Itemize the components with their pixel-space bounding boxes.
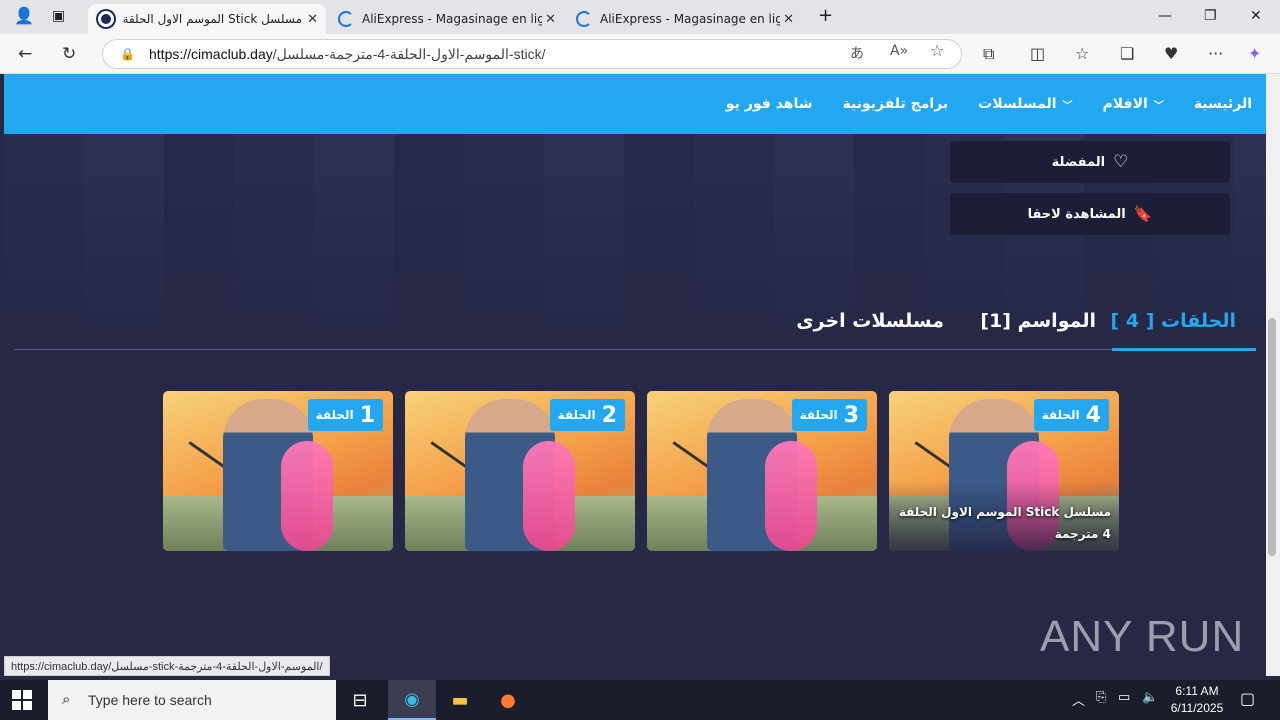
site-info-icon[interactable]: 🔒 — [120, 47, 135, 61]
nav-series[interactable]: المسلسلات ﹀ — [978, 96, 1072, 112]
file-explorer-icon[interactable]: ▬ — [436, 680, 484, 720]
new-tab-icon[interactable]: + — [818, 5, 833, 26]
bookmark-icon: 🔖 — [1133, 205, 1153, 223]
web-page: الرئيسية الافلام ﹀ المسلسلات ﹀ برامج تلفزي… — [4, 74, 1266, 660]
episode-card[interactable]: الحلقة 2 — [405, 391, 635, 551]
favorite-label: المفضلة — [1051, 154, 1106, 170]
windows-start-icon[interactable] — [12, 690, 32, 710]
search-placeholder: Type here to search — [88, 692, 212, 708]
episode-card[interactable]: الحلقة 1 — [163, 391, 393, 551]
taskbar-clock[interactable]: 6:11 AM 6/11/2025 — [1160, 683, 1234, 717]
nav-watch-for-you[interactable]: شاهد فور يو — [726, 96, 813, 112]
read-aloud-icon[interactable]: A» — [890, 43, 908, 59]
tab-actions-icon[interactable]: ▣ — [52, 8, 65, 24]
taskbar-search[interactable]: ⌕ Type here to search — [48, 680, 336, 720]
content-tabs: الحلقات [ 4 ] المواسم [1] مسلسلات اخرى — [14, 300, 1256, 351]
close-tab-icon[interactable]: ✕ — [783, 12, 794, 27]
edge-taskbar-icon[interactable]: ◉ — [388, 680, 436, 720]
site-favicon-icon — [98, 11, 114, 27]
refresh-icon[interactable]: ↻ — [62, 44, 76, 64]
chevron-down-icon: ﹀ — [1062, 100, 1073, 112]
tab-title: AliExpress - Magasinage en ligne — [600, 12, 780, 26]
notifications-icon[interactable]: ▢ — [1240, 689, 1255, 708]
show-hidden-icons-icon[interactable]: ︿ — [1072, 690, 1085, 709]
translate-icon[interactable]: あ — [850, 43, 864, 63]
tab-title: مسلسل Stick الموسم الاول الحلقة 4 — [122, 12, 302, 26]
browser-tab-active[interactable]: مسلسل Stick الموسم الاول الحلقة 4 ✕ — [88, 4, 326, 34]
browser-tab[interactable]: AliExpress - Magasinage en ligne ✕ — [566, 4, 802, 34]
scrollbar-thumb[interactable] — [1268, 318, 1276, 556]
clock-time: 6:11 AM — [1175, 684, 1219, 698]
close-tab-icon[interactable]: ✕ — [545, 12, 556, 27]
page-scrollbar[interactable] — [1266, 74, 1280, 676]
episode-badge: الحلقة 2 — [549, 399, 625, 431]
active-tab-indicator — [1112, 348, 1256, 351]
episode-number: 3 — [843, 402, 859, 428]
tab-title: AliExpress - Magasinage en ligne — [362, 12, 542, 26]
tab-episodes[interactable]: الحلقات [ 4 ] — [1111, 310, 1236, 332]
minimize-icon[interactable]: — — [1158, 8, 1172, 24]
volume-icon[interactable]: 🔈 — [1142, 690, 1158, 705]
episode-badge-label: الحلقة — [557, 408, 596, 422]
url-path: /الموسم-الاول-الحلقة-4-مترجمة-مسلسل-stic… — [272, 45, 546, 62]
favorite-button[interactable]: المفضلة ♡ — [950, 141, 1230, 183]
watch-later-label: المشاهدة لاحقا — [1027, 206, 1126, 222]
nav-movies-label: الافلام — [1102, 96, 1148, 112]
close-window-icon[interactable]: ✕ — [1250, 8, 1262, 24]
network-icon[interactable]: ▭ — [1118, 690, 1130, 705]
search-icon: ⌕ — [62, 691, 71, 708]
address-toolbar: ← ↻ 🔒 https://cimaclub.day /الموسم-الاول… — [0, 34, 1280, 74]
windows-taskbar: ⌕ Type here to search ⊟ ◉ ▬ ● ︿ ⎘ ▭ 🔈 6:… — [0, 680, 1280, 720]
anyrun-watermark: ANY RUN — [1040, 612, 1245, 660]
extensions-icon[interactable]: ⧉ — [983, 44, 994, 64]
episode-card[interactable]: الحلقة 3 — [647, 391, 877, 551]
episode-badge-label: الحلقة — [799, 408, 838, 422]
nav-series-label: المسلسلات — [978, 96, 1057, 112]
status-url-tooltip: https://cimaclub.day/مسلسل-stick-الموسم-… — [4, 656, 330, 676]
browser-essentials-icon[interactable]: ♥ — [1164, 44, 1178, 63]
episode-number: 4 — [1085, 402, 1101, 428]
usb-icon[interactable]: ⎘ — [1096, 690, 1106, 705]
episode-badge: الحلقة 3 — [791, 399, 867, 431]
chevron-down-icon: ﹀ — [1153, 100, 1164, 112]
loading-icon — [576, 11, 592, 27]
tab-seasons[interactable]: المواسم [1] — [980, 310, 1096, 332]
site-nav: الرئيسية الافلام ﹀ المسلسلات ﹀ برامج تلفزي… — [4, 74, 1266, 134]
clock-date: 6/11/2025 — [1170, 701, 1224, 715]
loading-icon — [338, 11, 354, 27]
browser-tab[interactable]: AliExpress - Magasinage en ligne ✕ — [328, 4, 564, 34]
episode-number: 2 — [601, 402, 617, 428]
address-bar[interactable]: 🔒 https://cimaclub.day /الموسم-الاول-الح… — [102, 39, 962, 69]
browser-tab-bar: 👤 ▣ مسلسل Stick الموسم الاول الحلقة 4 ✕ … — [0, 0, 1280, 34]
back-icon[interactable]: ← — [18, 44, 32, 64]
split-screen-icon[interactable]: ◫ — [1030, 44, 1045, 63]
episode-card[interactable]: الحلقة 4 مسلسل Stick الموسم الاول الحلقة … — [889, 391, 1119, 551]
episode-title: مسلسل Stick الموسم الاول الحلقة 4 مترجمة — [898, 505, 1111, 541]
episode-number: 1 — [359, 402, 375, 428]
favorites-icon[interactable]: ☆ — [1075, 44, 1089, 63]
watch-later-button[interactable]: المشاهدة لاحقا 🔖 — [950, 193, 1230, 235]
tab-other-series[interactable]: مسلسلات اخرى — [796, 310, 944, 332]
episode-badge: الحلقة 4 — [1033, 399, 1109, 431]
close-tab-icon[interactable]: ✕ — [307, 12, 318, 27]
nav-home[interactable]: الرئيسية — [1194, 96, 1252, 112]
more-menu-icon[interactable]: ··· — [1208, 44, 1223, 63]
nav-movies[interactable]: الافلام ﹀ — [1103, 96, 1164, 112]
episode-badge-label: الحلقة — [1041, 408, 1080, 422]
restore-icon[interactable]: ❐ — [1204, 8, 1217, 24]
profile-icon[interactable]: 👤 — [14, 6, 34, 25]
task-view-icon[interactable]: ⊟ — [336, 680, 384, 720]
heart-icon: ♡ — [1113, 152, 1129, 172]
nav-tv-shows-label: برامج تلفزيونية — [842, 96, 949, 112]
firefox-icon[interactable]: ● — [484, 680, 532, 720]
episode-badge: الحلقة 1 — [307, 399, 383, 431]
collections-icon[interactable]: ❏ — [1120, 44, 1134, 63]
favorite-star-icon[interactable]: ☆ — [930, 41, 944, 60]
nav-tv-shows[interactable]: برامج تلفزيونية — [843, 96, 949, 112]
url-host: https://cimaclub.day — [149, 46, 273, 62]
episode-badge-label: الحلقة — [315, 408, 354, 422]
nav-home-label: الرئيسية — [1193, 96, 1252, 112]
copilot-icon[interactable]: ✦ — [1248, 44, 1261, 63]
nav-watch-for-you-label: شاهد فور يو — [725, 96, 813, 112]
